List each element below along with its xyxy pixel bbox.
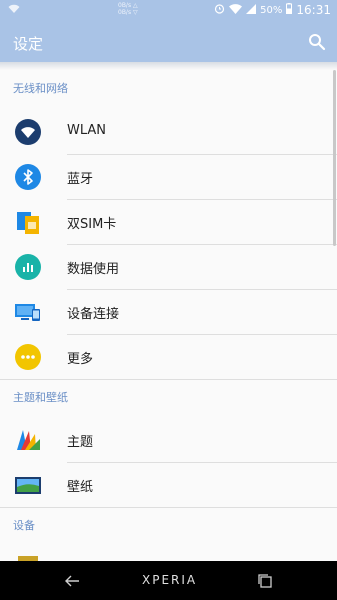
settings-item-wlan[interactable]: WLAN [0,110,337,154]
scrollbar[interactable] [333,70,336,246]
settings-item-label: WLAN [67,123,107,138]
section-divider [0,379,337,380]
wifi-status-icon [8,4,20,17]
cell-signal-icon [246,3,257,17]
back-icon[interactable] [63,572,81,590]
wifi-signal-icon [229,3,243,17]
settings-item-label: 壁纸 [67,480,94,495]
page-title: 设定 [13,35,44,53]
themes-icon [14,426,42,454]
section-divider [0,507,337,508]
settings-item-dual-sim[interactable]: 双SIM卡 [0,200,337,244]
alarm-icon [214,3,225,17]
settings-item-bluetooth[interactable]: 蓝牙 [0,155,337,199]
battery-icon [286,3,293,17]
settings-item-label: 数据使用 [67,262,120,277]
recents-icon[interactable] [256,572,274,590]
settings-item-label: 更多 [67,352,94,367]
data-usage-icon [14,253,42,281]
section-header-device: 设备 [13,519,35,532]
settings-item-device-connection[interactable]: 设备连接 [0,290,337,334]
settings-item-wallpaper[interactable]: 壁纸 [0,463,337,507]
dual-sim-icon [14,208,42,236]
device-connection-icon [14,298,42,326]
bluetooth-icon [14,163,42,191]
settings-item-data-usage[interactable]: 数据使用 [0,245,337,289]
search-icon[interactable] [305,30,329,54]
wifi-icon [14,118,42,146]
settings-item-label: 主题 [67,435,94,450]
settings-item-label: 双SIM卡 [67,217,117,232]
app-bar: 设定 [0,22,337,62]
settings-item-label: 设备连接 [67,307,120,322]
settings-item-more[interactable]: 更多 [0,335,337,379]
status-bar: 0B/s △ 0B/s ▽ 50% 16:31 [0,0,337,22]
brand-logo[interactable]: XPERIA [142,573,197,587]
navigation-bar: XPERIA [0,561,337,600]
section-header-wireless: 无线和网络 [13,82,68,95]
network-speed: 0B/s △ 0B/s ▽ [118,2,138,16]
section-header-themes: 主题和壁纸 [13,391,68,404]
settings-item-label: 蓝牙 [67,172,94,187]
settings-item-themes[interactable]: 主题 [0,418,337,462]
battery-percent: 50% [260,4,283,16]
app-bar-shadow [0,62,337,70]
wallpaper-icon [14,471,42,499]
more-icon [14,343,42,371]
clock: 16:31 [296,3,331,17]
